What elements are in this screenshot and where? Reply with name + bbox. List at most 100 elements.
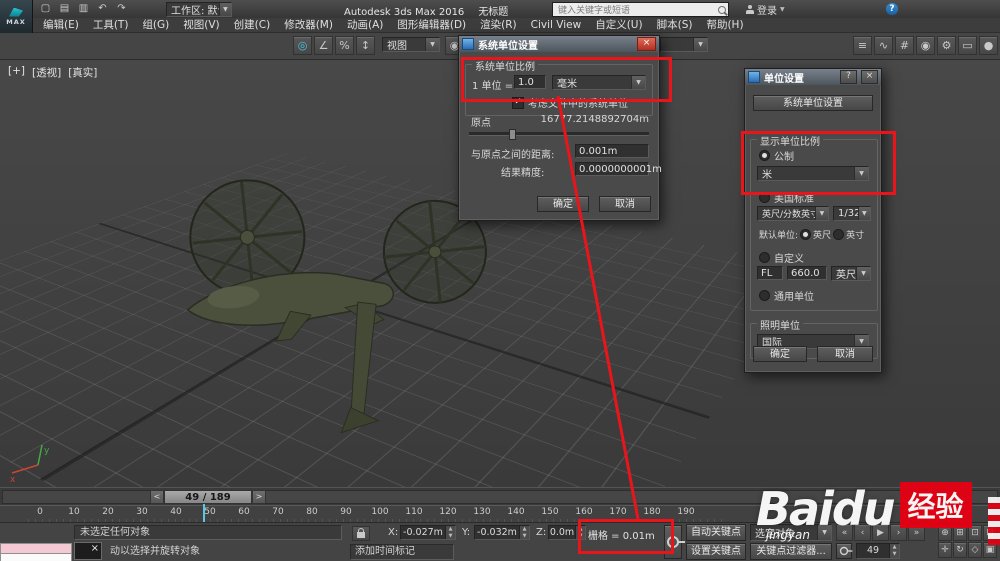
z-coordinate-field[interactable]: 0.0m ▲ ▼ (548, 525, 586, 540)
zoom-extents-icon[interactable]: ⊡ (968, 525, 982, 541)
metric-radio[interactable] (759, 150, 770, 161)
save-file-icon[interactable]: ▥ (75, 1, 92, 16)
time-slider[interactable]: < 49 / 189 > (0, 487, 1000, 506)
dialog-titlebar[interactable]: 单位设置 ? × (745, 69, 881, 85)
percent-snap-icon[interactable]: % (335, 36, 354, 55)
viewport-general-menu[interactable]: [+] (8, 65, 25, 80)
dialog-titlebar[interactable]: 系统单位设置 × (459, 36, 659, 52)
y-coordinate-field[interactable]: -0.032m ▲ ▼ (474, 525, 530, 540)
zoom-all-icon[interactable]: ⊞ (953, 525, 967, 541)
snaps-toggle-icon[interactable]: ◎ (293, 36, 312, 55)
next-frame-icon[interactable]: › (890, 524, 907, 541)
set-key-mode-button[interactable]: 设置关键点 (686, 543, 746, 560)
close-icon[interactable]: × (91, 544, 99, 554)
infocenter-search-input[interactable]: 键入关键字或短语 (552, 2, 729, 17)
search-icon[interactable] (718, 5, 726, 14)
metric-unit-dropdown[interactable]: 米 ▼ (757, 166, 869, 181)
us-standard-radio[interactable] (759, 192, 770, 203)
reference-coordinate-dropdown[interactable]: 视图 ▼ (382, 37, 440, 52)
us-fraction-dropdown[interactable]: 1/32 ▼ (833, 206, 871, 221)
feet-radio[interactable] (800, 229, 812, 240)
signin-button[interactable]: 登录 ▼ (746, 2, 785, 17)
pan-icon[interactable]: ✛ (938, 542, 952, 558)
previous-frame-icon[interactable]: ‹ (854, 524, 871, 541)
rendered-frame-icon[interactable]: ▭ (958, 36, 977, 55)
inches-radio[interactable] (833, 229, 845, 240)
menu-item-0[interactable]: 编辑(E) (36, 18, 86, 32)
set-keys-button[interactable] (664, 525, 685, 559)
custom-radio[interactable] (759, 252, 770, 263)
track-bar[interactable]: 0 10 20 30 40 50 60 70 80 90 100 110 120 130 140 150 160… (0, 505, 1000, 523)
distance-field[interactable]: 0.001m (575, 144, 649, 158)
menu-item-5[interactable]: 修改器(M) (277, 18, 340, 32)
material-editor-icon[interactable]: ◉ (916, 36, 935, 55)
max-app-button[interactable]: MAX (0, 0, 33, 33)
key-filters-button[interactable]: 关键点过滤器... (750, 543, 832, 560)
viewport-pov-menu[interactable]: [透视] (32, 65, 61, 80)
next-frame-arrow[interactable]: > (252, 490, 266, 504)
close-icon[interactable]: × (637, 37, 656, 51)
menu-item-2[interactable]: 组(G) (135, 18, 176, 32)
generic-units-radio[interactable] (759, 290, 770, 301)
respect-system-units-checkbox[interactable]: ✓ (512, 96, 524, 109)
help-icon[interactable]: ? (840, 70, 857, 84)
menu-item-8[interactable]: 渲染(R) (473, 18, 524, 32)
spinner-icon[interactable]: ▲ ▼ (575, 526, 585, 539)
current-frame-field[interactable]: 49 ▲ ▼ (856, 543, 900, 559)
menu-item-6[interactable]: 动画(A) (340, 18, 390, 32)
viewport-shading-menu[interactable]: [真实] (68, 65, 97, 80)
key-mode-toggle[interactable] (836, 543, 853, 559)
play-icon[interactable]: ▶ (872, 524, 889, 541)
cancel-button[interactable]: 取消 (817, 346, 873, 362)
toolbar-partial-dropdown[interactable]: ▼ (660, 37, 708, 52)
maximize-viewport-icon[interactable]: ▣ (983, 542, 997, 558)
spinner-icon[interactable]: ▲ ▼ (889, 544, 899, 558)
custom-value-field[interactable]: 660.0 (787, 266, 827, 280)
time-tag-field[interactable]: 添加时间标记 (350, 544, 454, 560)
layer-manager-icon[interactable]: ≡ (853, 36, 872, 55)
menu-item-7[interactable]: 图形编辑器(D) (390, 18, 473, 32)
menu-item-1[interactable]: 工具(T) (86, 18, 136, 32)
undo-icon[interactable]: ↶ (94, 1, 111, 16)
cancel-button[interactable]: 取消 (599, 196, 651, 212)
render-production-icon[interactable]: ● (979, 36, 998, 55)
selection-lock-toggle[interactable] (352, 526, 370, 541)
menu-item-9[interactable]: Civil View (524, 18, 589, 32)
time-slider-handle[interactable]: 49 / 189 (164, 490, 252, 504)
ok-button[interactable]: 确定 (753, 346, 807, 362)
curve-editor-icon[interactable]: ∿ (874, 36, 893, 55)
ok-button[interactable]: 确定 (537, 196, 589, 212)
selection-filter-dropdown[interactable]: 选定对象 ▼ (750, 524, 832, 541)
zoom-icon[interactable]: ⊕ (938, 525, 952, 541)
auto-key-button[interactable]: 自动关键点 (686, 524, 746, 541)
unit-type-dropdown[interactable]: 毫米 ▼ (552, 75, 646, 90)
previous-frame-arrow[interactable]: < (150, 490, 164, 504)
spinner-icon[interactable]: ▲ ▼ (445, 526, 455, 539)
render-setup-icon[interactable]: ⚙ (937, 36, 956, 55)
maxscript-mini-listener[interactable] (0, 543, 72, 561)
unit-value-field[interactable]: 1.0 (514, 75, 546, 89)
new-scene-icon[interactable]: ▢ (37, 1, 54, 16)
redo-icon[interactable]: ↷ (113, 1, 130, 16)
custom-unit-dropdown[interactable]: 英尺 ▼ (831, 266, 871, 281)
origin-slider-handle[interactable] (508, 129, 516, 140)
menu-item-12[interactable]: 帮助(H) (699, 18, 750, 32)
go-to-end-icon[interactable]: » (908, 524, 925, 541)
help-icon[interactable]: ? (886, 3, 898, 15)
custom-name-field[interactable]: FL (757, 266, 783, 280)
mini-listener-macro-row[interactable] (0, 543, 72, 553)
workspace-dropdown[interactable]: 工作区: 默认 ▼ (166, 2, 232, 17)
menu-item-10[interactable]: 自定义(U) (588, 18, 649, 32)
angle-snap-icon[interactable]: ∠ (314, 36, 333, 55)
schematic-view-icon[interactable]: # (895, 36, 914, 55)
system-unit-setup-button[interactable]: 系统单位设置 (753, 95, 873, 111)
close-icon[interactable]: × (861, 70, 878, 84)
menu-item-4[interactable]: 创建(C) (227, 18, 278, 32)
go-to-start-icon[interactable]: « (836, 524, 853, 541)
spinner-icon[interactable]: ▲ ▼ (519, 526, 529, 539)
spinner-snap-icon[interactable]: ↕ (356, 36, 375, 55)
open-file-icon[interactable]: ▤ (56, 1, 73, 16)
current-frame-marker[interactable] (203, 504, 205, 522)
origin-slider[interactable] (469, 129, 649, 140)
notification-popup[interactable]: × (74, 542, 102, 560)
